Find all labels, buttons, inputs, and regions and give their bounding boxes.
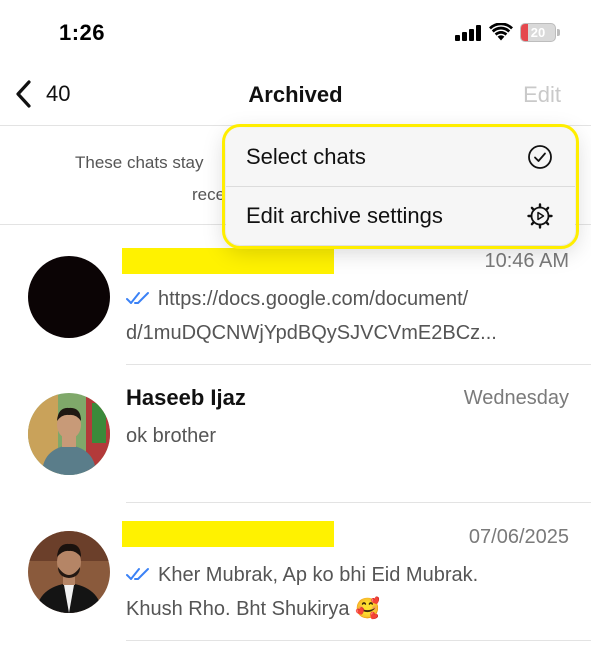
redacted-contact-name — [122, 248, 334, 274]
chat-preview-line2: Khush Rho. Bht Shukirya 🥰 — [126, 598, 380, 620]
chat-time: 10:46 AM — [484, 250, 569, 272]
double-check-icon — [126, 292, 149, 305]
battery-icon: 20 — [520, 23, 560, 42]
battery-level: 20 — [530, 25, 546, 40]
page-title: Archived — [248, 82, 343, 107]
cellular-signal-icon — [455, 25, 482, 41]
chat-name: Haseeb Ijaz — [126, 385, 246, 410]
edit-button[interactable]: Edit — [523, 82, 561, 108]
chat-preview-line2: d/1muDQCNWjYpdBQySJVCVmE2BCz... — [126, 322, 497, 344]
avatar — [28, 256, 110, 338]
highlight-outline — [222, 124, 579, 249]
archive-info-line1: These chats stay — [75, 153, 204, 172]
chat-time: 07/06/2025 — [468, 526, 569, 548]
archive-info-line2: rece — [192, 185, 226, 204]
chat-preview-line1: https://docs.google.com/document/ — [158, 288, 469, 310]
chat-list-item[interactable]: 07/06/2025 Kher Mubrak, Ap ko bhi Eid Mu… — [0, 503, 591, 651]
avatar — [28, 393, 110, 475]
chat-list-item[interactable]: Haseeb Ijaz Wednesday ok brother — [0, 365, 591, 503]
redacted-contact-name — [122, 521, 334, 547]
status-bar: 1:26 20 — [0, 0, 591, 60]
chat-time: Wednesday — [463, 387, 569, 409]
chat-preview: https://docs.google.com/document/ d/1muD… — [126, 282, 566, 350]
wifi-icon — [489, 23, 513, 41]
chat-preview-line1: Kher Mubrak, Ap ko bhi Eid Mubrak. — [158, 564, 479, 586]
status-time: 1:26 — [59, 20, 106, 45]
double-check-icon — [126, 568, 149, 581]
chat-preview: ok brother — [126, 425, 217, 447]
navigation-bar: 40 Archived Edit — [0, 60, 591, 126]
chat-preview: Kher Mubrak, Ap ko bhi Eid Mubrak. Khush… — [126, 558, 566, 626]
avatar — [28, 531, 110, 613]
